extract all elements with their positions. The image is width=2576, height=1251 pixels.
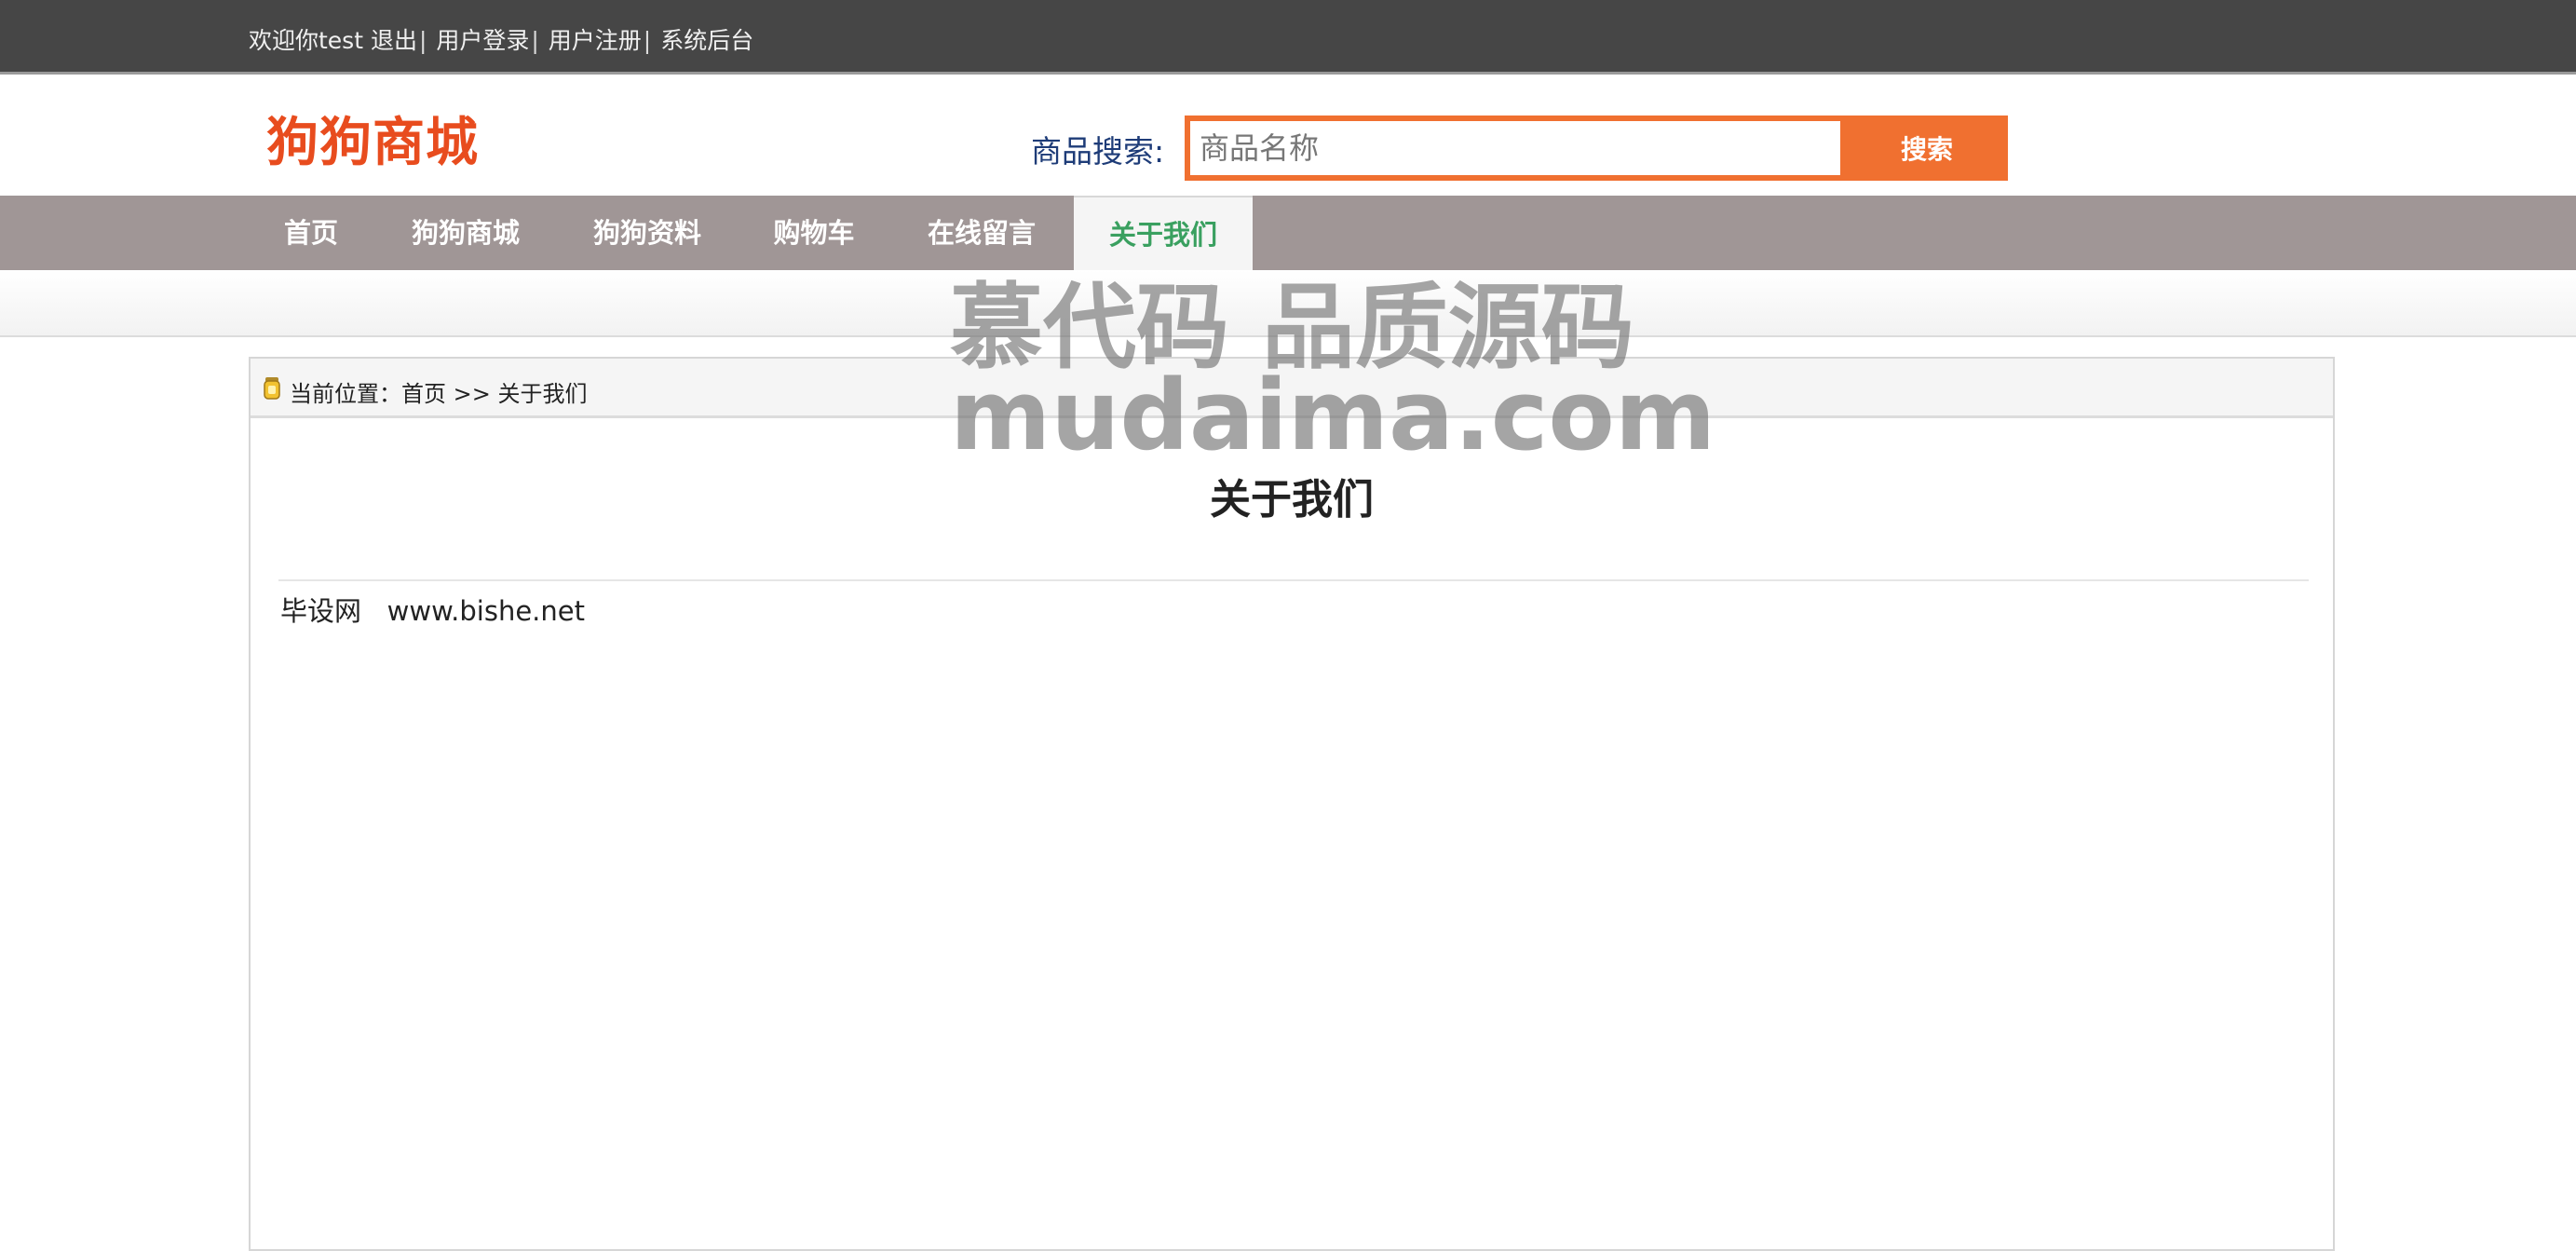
search-box bbox=[1185, 116, 1846, 181]
top-bar: 欢迎你test 退出| 用户登录| 用户注册| 系统后台 bbox=[0, 0, 2576, 75]
search-button[interactable]: 搜索 bbox=[1846, 116, 2008, 181]
nav-item-about[interactable]: 关于我们 bbox=[1074, 196, 1253, 270]
admin-link[interactable]: 系统后台 bbox=[660, 27, 753, 54]
breadcrumb-arrow: >> bbox=[453, 381, 491, 407]
about-text-content: 毕设网 www.bishe.net bbox=[280, 595, 585, 627]
separator: | bbox=[418, 27, 427, 54]
welcome-text: 欢迎你test bbox=[249, 27, 364, 54]
nav-shadow-band bbox=[0, 270, 2576, 337]
location-icon bbox=[264, 377, 280, 400]
breadcrumb-text: 当前位置：首页 >> 关于我们 bbox=[290, 375, 588, 408]
breadcrumb-current: 关于我们 bbox=[497, 381, 588, 407]
nav-item-home[interactable]: 首页 bbox=[266, 196, 356, 270]
nav-item-dog-mall[interactable]: 狗狗商城 bbox=[400, 196, 531, 270]
nav-item-cart[interactable]: 购物车 bbox=[762, 196, 866, 270]
login-link[interactable]: 用户登录 bbox=[436, 27, 529, 54]
nav-item-dog-info[interactable]: 狗狗资料 bbox=[582, 196, 712, 270]
breadcrumb-home-link[interactable]: 首页 bbox=[401, 381, 446, 407]
search-input[interactable] bbox=[1190, 121, 1840, 175]
register-link[interactable]: 用户注册 bbox=[549, 27, 642, 54]
separator: | bbox=[531, 27, 539, 54]
content-panel: 当前位置：首页 >> 关于我们 关于我们 毕设网 www.bishe.net bbox=[249, 357, 2335, 1251]
divider bbox=[278, 579, 2309, 581]
separator: | bbox=[643, 27, 652, 54]
breadcrumb-prefix: 当前位置： bbox=[290, 381, 401, 407]
breadcrumb: 当前位置：首页 >> 关于我们 bbox=[251, 359, 2333, 418]
search-label: 商品搜索: bbox=[1031, 133, 1165, 170]
about-text: 毕设网 www.bishe.net bbox=[280, 590, 585, 629]
site-logo[interactable]: 狗狗商城 bbox=[266, 101, 479, 176]
main-nav: 首页 狗狗商城 狗狗资料 购物车 在线留言 关于我们 bbox=[0, 196, 2576, 270]
logout-link[interactable]: 退出 bbox=[371, 27, 417, 54]
page-title: 关于我们 bbox=[1210, 476, 1374, 524]
nav-item-messages[interactable]: 在线留言 bbox=[916, 196, 1047, 270]
top-links: 欢迎你test 退出| 用户登录| 用户注册| 系统后台 bbox=[249, 22, 753, 56]
